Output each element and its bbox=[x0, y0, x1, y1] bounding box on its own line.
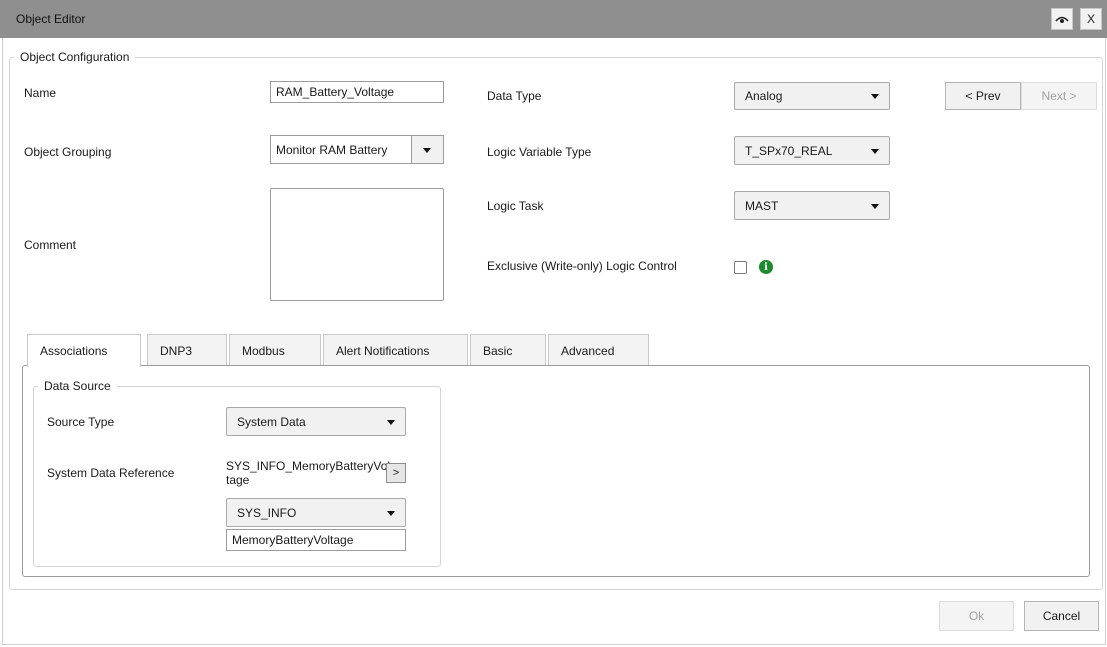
logic-task-label: Logic Task bbox=[487, 199, 544, 213]
logic-task-dropdown[interactable]: MAST bbox=[734, 191, 890, 220]
system-data-reference-line1: SYS_INFO_MemoryBatteryVol bbox=[226, 459, 391, 473]
close-icon: X bbox=[1086, 12, 1095, 26]
window-title: Object Editor bbox=[16, 12, 86, 26]
object-grouping-dropdown-button[interactable] bbox=[411, 136, 443, 163]
reference-select-button[interactable]: > bbox=[386, 463, 406, 483]
data-type-label: Data Type bbox=[487, 89, 542, 103]
logic-task-value: MAST bbox=[745, 198, 779, 213]
reference-item-input[interactable]: MemoryBatteryVoltage bbox=[226, 529, 406, 551]
tab-modbus[interactable]: Modbus bbox=[229, 334, 321, 366]
tab-advanced[interactable]: Advanced bbox=[548, 334, 649, 366]
close-button[interactable]: X bbox=[1080, 8, 1102, 30]
source-type-value: System Data bbox=[237, 414, 306, 429]
chevron-down-icon bbox=[423, 147, 431, 153]
system-data-reference-label: System Data Reference bbox=[47, 466, 175, 480]
logic-variable-type-label: Logic Variable Type bbox=[487, 145, 592, 159]
name-label: Name bbox=[24, 86, 57, 100]
next-button[interactable]: Next > bbox=[1021, 82, 1097, 110]
comment-label: Comment bbox=[24, 238, 77, 252]
visibility-button[interactable] bbox=[1051, 8, 1073, 30]
chevron-down-icon bbox=[387, 510, 395, 516]
source-type-dropdown[interactable]: System Data bbox=[226, 407, 406, 436]
name-input[interactable]: RAM_Battery_Voltage bbox=[270, 81, 444, 103]
chevron-down-icon bbox=[871, 94, 879, 99]
object-grouping-combo[interactable]: Monitor RAM Battery bbox=[270, 135, 444, 164]
prev-button[interactable]: < Prev bbox=[945, 82, 1021, 110]
tab-basic[interactable]: Basic bbox=[470, 334, 546, 366]
cancel-button[interactable]: Cancel bbox=[1024, 601, 1099, 631]
reference-group-value: SYS_INFO bbox=[237, 505, 297, 520]
object-configuration-legend: Object Configuration bbox=[20, 50, 130, 64]
object-grouping-label: Object Grouping bbox=[24, 145, 112, 159]
tab-dnp3[interactable]: DNP3 bbox=[147, 334, 227, 366]
logic-variable-type-value: T_SPx70_REAL bbox=[745, 143, 833, 158]
chevron-down-icon bbox=[387, 419, 395, 425]
source-type-label: Source Type bbox=[47, 415, 115, 429]
reference-group-dropdown[interactable]: SYS_INFO bbox=[226, 498, 406, 527]
exclusive-logic-control-label: Exclusive (Write-only) Logic Control bbox=[487, 259, 677, 273]
chevron-down-icon bbox=[871, 148, 879, 154]
chevron-down-icon bbox=[871, 203, 879, 209]
logic-variable-type-dropdown[interactable]: T_SPx70_REAL bbox=[734, 136, 890, 165]
system-data-reference-text: SYS_INFO_MemoryBatteryVol tage bbox=[226, 459, 390, 487]
object-grouping-value: Monitor RAM Battery bbox=[276, 142, 388, 157]
comment-textarea[interactable] bbox=[270, 188, 444, 301]
tab-associations[interactable]: Associations bbox=[27, 334, 141, 367]
ok-button[interactable]: Ok bbox=[939, 601, 1014, 631]
tab-alert-notifications[interactable]: Alert Notifications bbox=[323, 334, 468, 366]
data-source-legend: Data Source bbox=[44, 379, 111, 393]
exclusive-logic-control-checkbox[interactable] bbox=[734, 261, 747, 274]
system-data-reference-line2: tage bbox=[226, 473, 250, 487]
info-icon[interactable]: i bbox=[759, 260, 773, 274]
data-type-dropdown[interactable]: Analog bbox=[734, 82, 890, 110]
data-type-value: Analog bbox=[745, 89, 783, 103]
eye-icon bbox=[1055, 16, 1069, 23]
title-bar bbox=[0, 0, 1107, 38]
